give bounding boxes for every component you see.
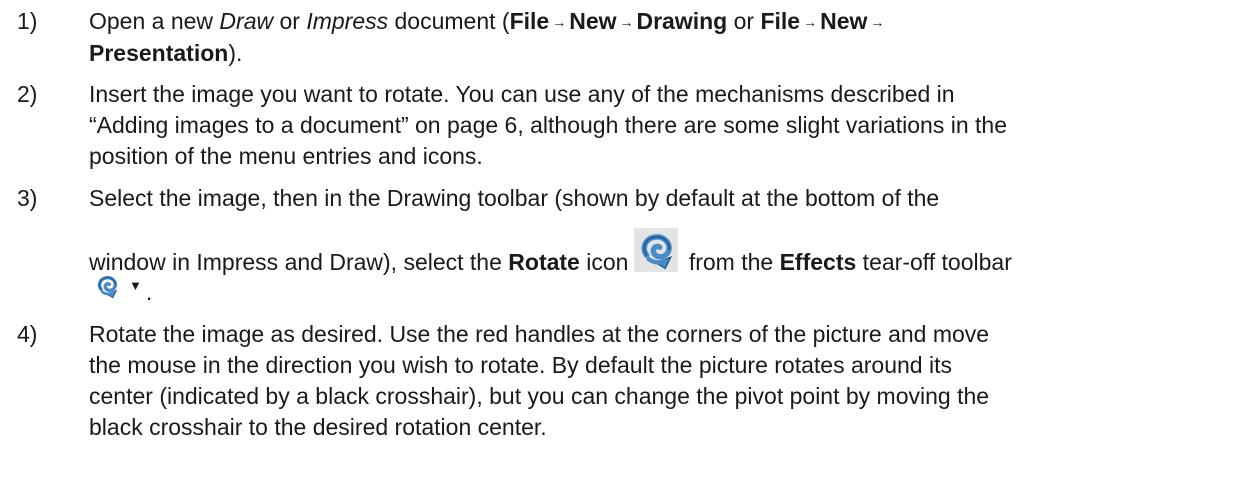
menu-arrow: → xyxy=(803,14,818,30)
text-line: ▼. xyxy=(89,272,1225,308)
text-run: icon xyxy=(579,249,629,275)
text-line: Select the image, then in the Drawing to… xyxy=(89,183,1225,214)
step-text: Open a new Draw or Impress document (Fil… xyxy=(89,6,1225,69)
menu-arrow: → xyxy=(619,14,634,30)
text-run: ). xyxy=(228,40,243,66)
menu-arrow: → xyxy=(552,14,567,30)
bold-term: Presentation xyxy=(89,40,229,66)
text-line: Open a new Draw or Impress document (Fil… xyxy=(89,6,1225,38)
bold-term: Effects xyxy=(779,249,857,275)
chevron-down-icon: ▼ xyxy=(129,278,142,293)
italic-term: Impress xyxy=(306,8,389,34)
text-line: Rotate the image as desired. Use the red… xyxy=(89,319,1225,350)
text-run: tear-off toolbar xyxy=(856,249,1012,275)
text-run: or xyxy=(727,8,761,34)
text-run: position of the menu entries and icons. xyxy=(89,143,483,169)
text-line: center (indicated by a black crosshair),… xyxy=(89,381,1225,412)
text-line: black crosshair to the desired rotation … xyxy=(89,412,1225,443)
text-run: from the xyxy=(682,249,780,275)
text-line: Presentation). xyxy=(89,38,1225,69)
text-line: the mouse in the direction you wish to r… xyxy=(89,350,1225,381)
text-run: . xyxy=(145,279,153,305)
text-run: the mouse in the direction you wish to r… xyxy=(89,352,952,378)
text-run: black crosshair to the desired rotation … xyxy=(89,414,547,440)
step-text: Rotate the image as desired. Use the red… xyxy=(89,319,1225,443)
text-run: center (indicated by a black crosshair),… xyxy=(89,383,990,409)
step-text: Select the image, then in the Drawing to… xyxy=(89,183,1225,308)
step-text: Insert the image you want to rotate. You… xyxy=(89,79,1225,172)
step-number: 2) xyxy=(17,81,38,107)
bold-term: New xyxy=(820,8,868,34)
step-number: 4) xyxy=(17,321,38,347)
text-line: Insert the image you want to rotate. You… xyxy=(89,79,1225,110)
text-run: Rotate the image as desired. Use the red… xyxy=(89,321,990,347)
bold-term: File xyxy=(760,8,801,34)
italic-term: Draw xyxy=(219,8,274,34)
text-run: Open a new xyxy=(89,8,220,34)
rotate-icon xyxy=(93,272,123,300)
step-number: 3) xyxy=(17,185,38,211)
text-line: “Adding images to a document” on page 6,… xyxy=(89,110,1225,141)
effects-toolbar-icon: ▼ xyxy=(89,272,146,300)
step-number: 1) xyxy=(17,8,38,34)
bold-term: Drawing xyxy=(636,8,728,34)
text-run: or xyxy=(273,8,307,34)
text-run: Insert the image you want to rotate. You… xyxy=(89,81,955,107)
text-run: “Adding images to a document” on page 6,… xyxy=(89,112,1008,138)
text-line: position of the menu entries and icons. xyxy=(89,141,1225,172)
bold-term: File xyxy=(509,8,550,34)
text-run: document ( xyxy=(388,8,510,34)
menu-arrow: → xyxy=(870,14,885,30)
text-run: Select the image, then in the Drawing to… xyxy=(89,185,940,211)
bold-term: Rotate xyxy=(508,249,580,275)
text-line: window in Impress and Draw), select the … xyxy=(89,228,1225,275)
document-page: 1) Open a new Draw or Impress document (… xyxy=(0,0,1245,484)
rotate-icon xyxy=(634,228,679,272)
bold-term: New xyxy=(569,8,617,34)
